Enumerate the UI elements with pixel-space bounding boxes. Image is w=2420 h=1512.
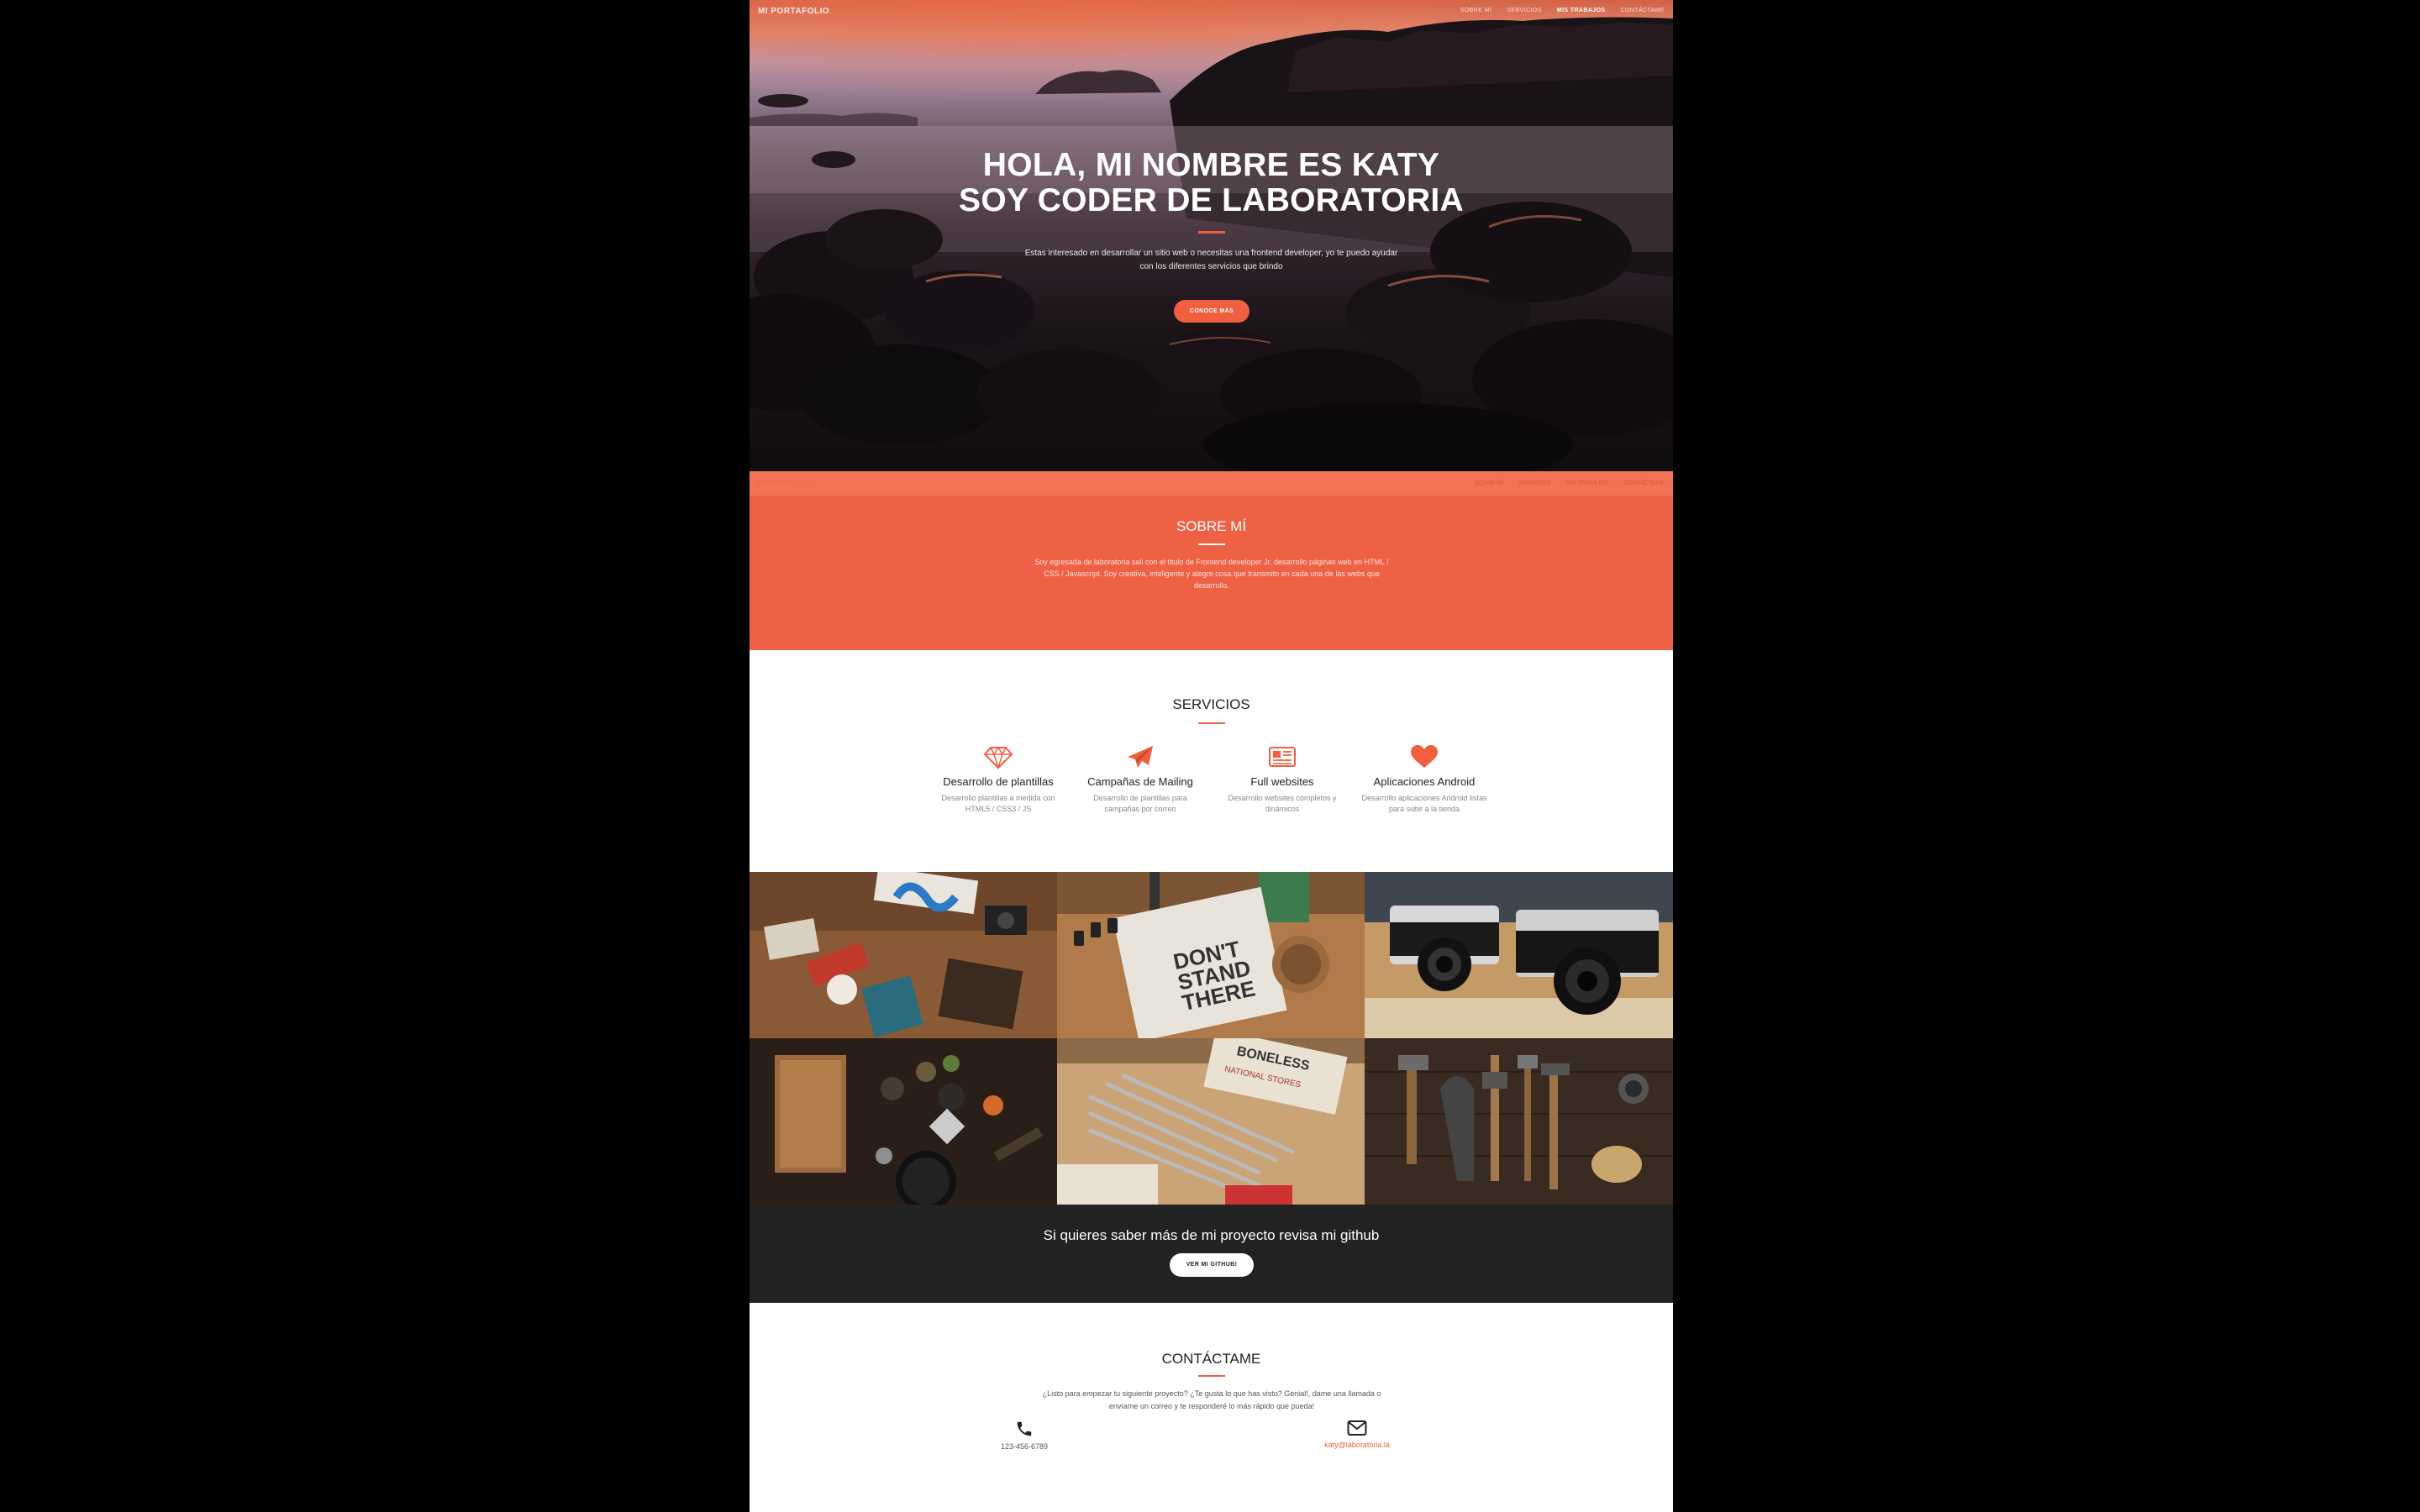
nav-link-mis-trabajos[interactable]: MIS TRABAJOS <box>1557 8 1606 13</box>
service-title: Aplicaciones Android <box>1373 775 1476 788</box>
portfolio-image <box>1365 872 1673 1038</box>
services-divider <box>1198 722 1225 724</box>
hero-title-line-1: HOLA, MI NOMBRE ES KATY <box>982 147 1440 183</box>
service-title: Full websites <box>1250 775 1314 788</box>
hero-title: HOLA, MI NOMBRE ES KATY SOY CODER DE LAB… <box>750 148 1673 218</box>
nav-link-contactame[interactable]: CONTÁCTAME <box>1621 8 1665 13</box>
portfolio-item-4[interactable] <box>750 1038 1058 1205</box>
navbar-links: SOBRE MÍ SERVICIOS MIS TRABAJOS CONTÁCTA… <box>1460 8 1665 13</box>
about-title: SOBRE MÍ <box>1176 518 1247 534</box>
phone-icon <box>1017 1421 1032 1436</box>
ver-github-button[interactable]: VER MI GITHUB! <box>1170 1253 1254 1277</box>
services-title: SERVICIOS <box>1172 696 1250 712</box>
nav-link-servicios[interactable]: SERVICIOS <box>1507 8 1542 13</box>
about-text: Soy egresada de laboratoria sali con el … <box>1034 558 1389 590</box>
conoce-mas-button[interactable]: CONOCE MÁS <box>1174 300 1249 323</box>
envelope-icon <box>1347 1420 1367 1436</box>
portfolio-item-1[interactable] <box>750 872 1058 1038</box>
service-item-android: Aplicaciones Android Desarrollo aplicaci… <box>1353 744 1496 815</box>
service-desc: Desarrollo de plantillas para campañas p… <box>1093 794 1187 813</box>
phone-number: 123-456-6789 <box>1000 1442 1049 1451</box>
contact-email: katy@laboratoria.la <box>1307 1420 1407 1449</box>
subnav-link-servicios[interactable]: SERVICIOS <box>1518 480 1550 486</box>
portfolio-item-2[interactable]: DON'T STAND THERE <box>1057 872 1365 1038</box>
portfolio-image <box>1365 1038 1673 1205</box>
contact-title: CONTÁCTAME <box>1161 1351 1261 1367</box>
hero-text-line-1: Estas interesado en desarrollar un sitio… <box>1024 249 1398 258</box>
hero-section: MI PORTAFOLIO SOBRE MÍ SERVICIOS MIS TRA… <box>750 0 1673 471</box>
subnav-brand[interactable]: MI PORTAFOLIO <box>756 480 808 487</box>
navbar-brand[interactable]: MI PORTAFOLIO <box>758 7 829 16</box>
about-section: SOBRE MÍ Soy egresada de laboratoria sal… <box>750 496 1673 650</box>
hero-text-line-2: con los diferentes servicios que brindo <box>1139 262 1283 271</box>
portfolio-item-6[interactable] <box>1365 1038 1673 1205</box>
subnav-links: SOBRE MÍ SERVICIOS MIS TRABAJOS CONTÁCTA… <box>1475 480 1665 486</box>
heart-icon <box>1411 745 1438 768</box>
portfolio-image: BONELESS NATIONAL STORES <box>1057 1038 1365 1205</box>
service-title: Desarrollo de plantillas <box>943 775 1054 788</box>
hero-divider <box>1198 231 1225 234</box>
subnav-link-sobre-mi[interactable]: SOBRE MÍ <box>1475 480 1503 486</box>
subnav-link-mis-trabajos[interactable]: MIS TRABAJOS <box>1565 480 1608 486</box>
diamond-icon <box>983 746 1013 769</box>
hero-title-line-2: SOY CODER DE LABORATORIA <box>959 182 1464 218</box>
portfolio-item-3[interactable] <box>1365 872 1673 1038</box>
about-divider <box>1198 543 1225 545</box>
paper-plane-icon <box>1128 746 1153 768</box>
subnav-link-contactame[interactable]: CONTÁCTAME <box>1624 480 1665 486</box>
service-desc: Desarrollo aplicaciones Android listas p… <box>1361 794 1487 813</box>
service-item-websites: Full websites Desarrollo websites comple… <box>1211 744 1354 815</box>
contact-divider <box>1198 1375 1225 1377</box>
page: MI PORTAFOLIO SOBRE MÍ SERVICIOS MIS TRA… <box>750 0 1673 1512</box>
portfolio-image <box>750 872 1058 1038</box>
top-navbar: MI PORTAFOLIO SOBRE MÍ SERVICIOS MIS TRA… <box>750 0 1673 24</box>
service-desc: Desarrollo websites completos y dinámico… <box>1228 794 1337 813</box>
portfolio-image: DON'T STAND THERE <box>1057 872 1365 1038</box>
portfolio-item-5[interactable]: BONELESS NATIONAL STORES <box>1057 1038 1365 1205</box>
nav-link-sobre-mi[interactable]: SOBRE MÍ <box>1460 8 1491 13</box>
portfolio-image <box>750 1038 1058 1205</box>
service-title: Campañas de Mailing <box>1087 775 1193 788</box>
secondary-navbar: MI PORTAFOLIO SOBRE MÍ SERVICIOS MIS TRA… <box>750 471 1673 496</box>
services-section: SERVICIOS Desarrollo de plantillas Desar… <box>750 650 1673 872</box>
hero-text: Estas interesado en desarrollar un sitio… <box>750 247 1673 274</box>
contact-phone: 123-456-6789 <box>974 1420 1075 1451</box>
portfolio-grid: DON'T STAND THERE BONELESS NATIONAL STOR… <box>750 872 1673 1205</box>
service-item-mailing: Campañas de Mailing Desarrollo de planti… <box>1069 744 1212 815</box>
contact-text: ¿Listo para empezar tu siguiente proyect… <box>1042 1389 1381 1410</box>
github-title: Si quieres saber más de mi proyecto revi… <box>1043 1227 1380 1243</box>
newspaper-icon <box>1269 747 1296 767</box>
contact-section: CONTÁCTAME ¿Listo para empezar tu siguie… <box>750 1303 1673 1512</box>
service-desc: Desarrollo plantillas a medida con HTML5… <box>941 794 1055 813</box>
email-link[interactable]: katy@laboratoria.la <box>1307 1441 1407 1449</box>
hero-overlay <box>750 0 1673 471</box>
service-item-plantillas: Desarrollo de plantillas Desarrollo plan… <box>927 744 1070 815</box>
github-section: Si quieres saber más de mi proyecto revi… <box>750 1205 1673 1303</box>
